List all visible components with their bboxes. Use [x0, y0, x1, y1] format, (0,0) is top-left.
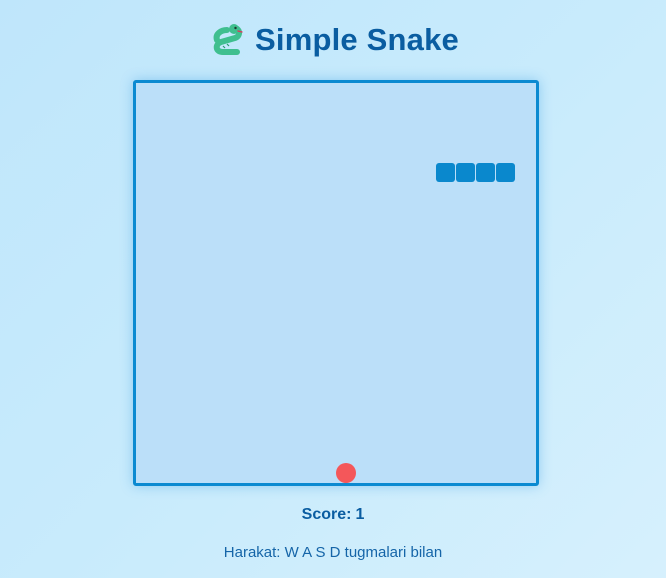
food-icon: [336, 463, 356, 483]
snake-segment: [436, 163, 455, 182]
page-title: Simple Snake: [255, 22, 459, 57]
snake-segment: [496, 163, 515, 182]
header: Simple Snake: [0, 18, 666, 62]
game-board-canvas: [136, 83, 536, 483]
controls-hint: Harakat: W A S D tugmalari bilan: [223, 544, 443, 561]
score-display: Score: 1: [0, 506, 666, 524]
score-value: 1: [355, 506, 365, 523]
game-board[interactable]: [133, 80, 539, 486]
snake-segment: [476, 163, 495, 182]
snake-segment: [456, 163, 475, 182]
score-label: Score:: [301, 506, 352, 523]
snake-icon: [213, 24, 243, 55]
